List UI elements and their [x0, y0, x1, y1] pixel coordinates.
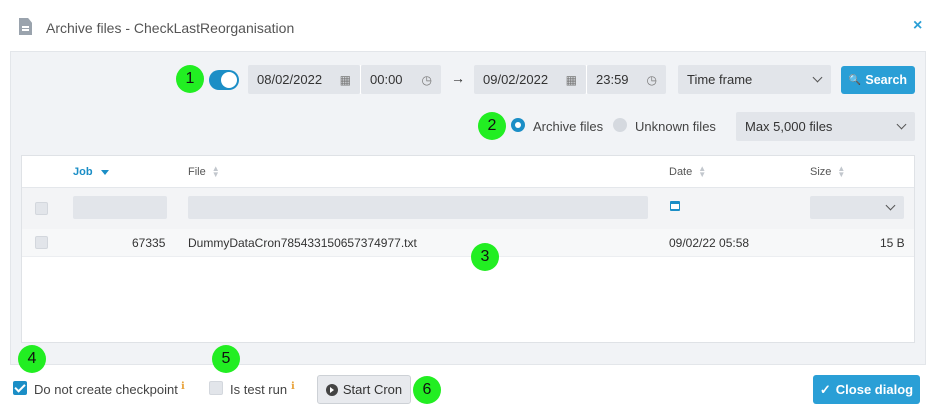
archive-files-label[interactable]: Archive files [533, 119, 603, 134]
play-icon [325, 383, 338, 396]
column-header-date[interactable]: Date ▲ ▼ [669, 164, 707, 179]
column-header-date-label: Date [669, 166, 693, 178]
test-run-checkbox[interactable] [209, 381, 223, 395]
calendar-icon[interactable] [670, 201, 680, 211]
check-icon: ✓ [819, 381, 831, 397]
annotation-marker: 4 [18, 345, 46, 373]
annotation-marker: 1 [176, 65, 204, 93]
search-button-label: Search [865, 73, 908, 87]
column-header-job[interactable]: Job [73, 166, 109, 178]
row-checkbox[interactable] [35, 236, 48, 249]
file-cell: DummyDataCron785433150657374977.txt [188, 236, 417, 250]
annotation-marker: 3 [471, 243, 499, 271]
unknown-files-radio[interactable] [613, 118, 627, 132]
file-filter-input[interactable] [188, 196, 648, 219]
column-header-size-label: Size [810, 166, 832, 178]
sort-icon: ▲ ▼ [837, 164, 846, 179]
close-dialog-button[interactable]: ✓ Close dialog [813, 375, 920, 404]
calendar-icon[interactable]: ▦ [566, 73, 577, 87]
annotation-marker: 2 [478, 112, 506, 140]
chevron-down-icon [812, 72, 823, 83]
to-time-field[interactable]: 23:59 ◷ [587, 65, 666, 94]
close-dialog-label: Close dialog [835, 382, 914, 397]
time-frame-select[interactable]: Time frame [678, 65, 831, 94]
search-icon: 🔍 [848, 74, 862, 86]
sort-icon: ▲ ▼ [698, 164, 707, 179]
time-frame-value: Time frame [687, 72, 753, 87]
job-cell: 67335 [132, 236, 166, 250]
unknown-files-label[interactable]: Unknown files [635, 119, 716, 134]
to-time-value: 23:59 [596, 72, 629, 87]
sort-icon: ▲ ▼ [211, 164, 220, 179]
test-run-label[interactable]: Is test run [230, 382, 287, 397]
annotation-marker: 5 [212, 345, 240, 373]
size-filter-select[interactable] [810, 196, 904, 219]
size-cell: 15 B [880, 236, 905, 250]
dialog-title: Archive files - CheckLastReorganisation [46, 20, 295, 36]
annotation-marker: 6 [413, 376, 441, 404]
start-cron-button[interactable]: Start Cron [317, 375, 411, 404]
archive-files-radio[interactable] [511, 118, 525, 132]
to-date-field[interactable]: 09/02/2022 ▦ [474, 65, 586, 94]
files-table: Job File ▲ ▼ Date ▲ ▼ Size ▲ ▼ 67335 DummyD… [21, 155, 915, 343]
start-cron-label: Start Cron [342, 382, 403, 397]
job-filter-input[interactable] [73, 196, 167, 219]
clock-icon[interactable]: ◷ [422, 73, 432, 87]
filter-row [22, 188, 914, 229]
from-time-value: 00:00 [370, 72, 403, 87]
from-date-value: 08/02/2022 [257, 72, 323, 87]
max-files-select[interactable]: Max 5,000 files [736, 112, 915, 141]
arrow-right-icon: → [451, 70, 465, 86]
no-checkpoint-label[interactable]: Do not create checkpoint [34, 382, 178, 397]
dialog-titlebar: Archive files - CheckLastReorganisation … [0, 0, 936, 52]
chevron-down-icon [896, 119, 907, 130]
sort-desc-icon [100, 169, 109, 175]
column-header-size[interactable]: Size ▲ ▼ [810, 164, 846, 179]
calendar-icon[interactable]: ▦ [340, 73, 351, 87]
date-filter-toggle[interactable] [209, 70, 239, 90]
to-date-value: 09/02/2022 [483, 72, 549, 87]
select-all-checkbox[interactable] [35, 202, 48, 215]
search-button[interactable]: 🔍 Search [841, 66, 915, 94]
from-date-field[interactable]: 08/02/2022 ▦ [248, 65, 360, 94]
max-files-value: Max 5,000 files [745, 119, 833, 134]
column-header-job-label: Job [73, 166, 93, 178]
no-checkpoint-checkbox[interactable] [13, 381, 27, 395]
from-time-field[interactable]: 00:00 ◷ [361, 65, 441, 94]
close-icon[interactable]: × [913, 17, 922, 35]
table-row[interactable]: 67335 DummyDataCron785433150657374977.tx… [22, 229, 914, 257]
column-header-file[interactable]: File ▲ ▼ [188, 164, 220, 179]
document-icon [19, 18, 32, 35]
info-icon[interactable]: ℹ [291, 381, 295, 392]
column-header-file-label: File [188, 166, 206, 178]
clock-icon[interactable]: ◷ [647, 73, 657, 87]
chevron-down-icon [885, 200, 896, 211]
info-icon[interactable]: ℹ [181, 381, 185, 392]
date-cell: 09/02/22 05:58 [669, 236, 750, 250]
